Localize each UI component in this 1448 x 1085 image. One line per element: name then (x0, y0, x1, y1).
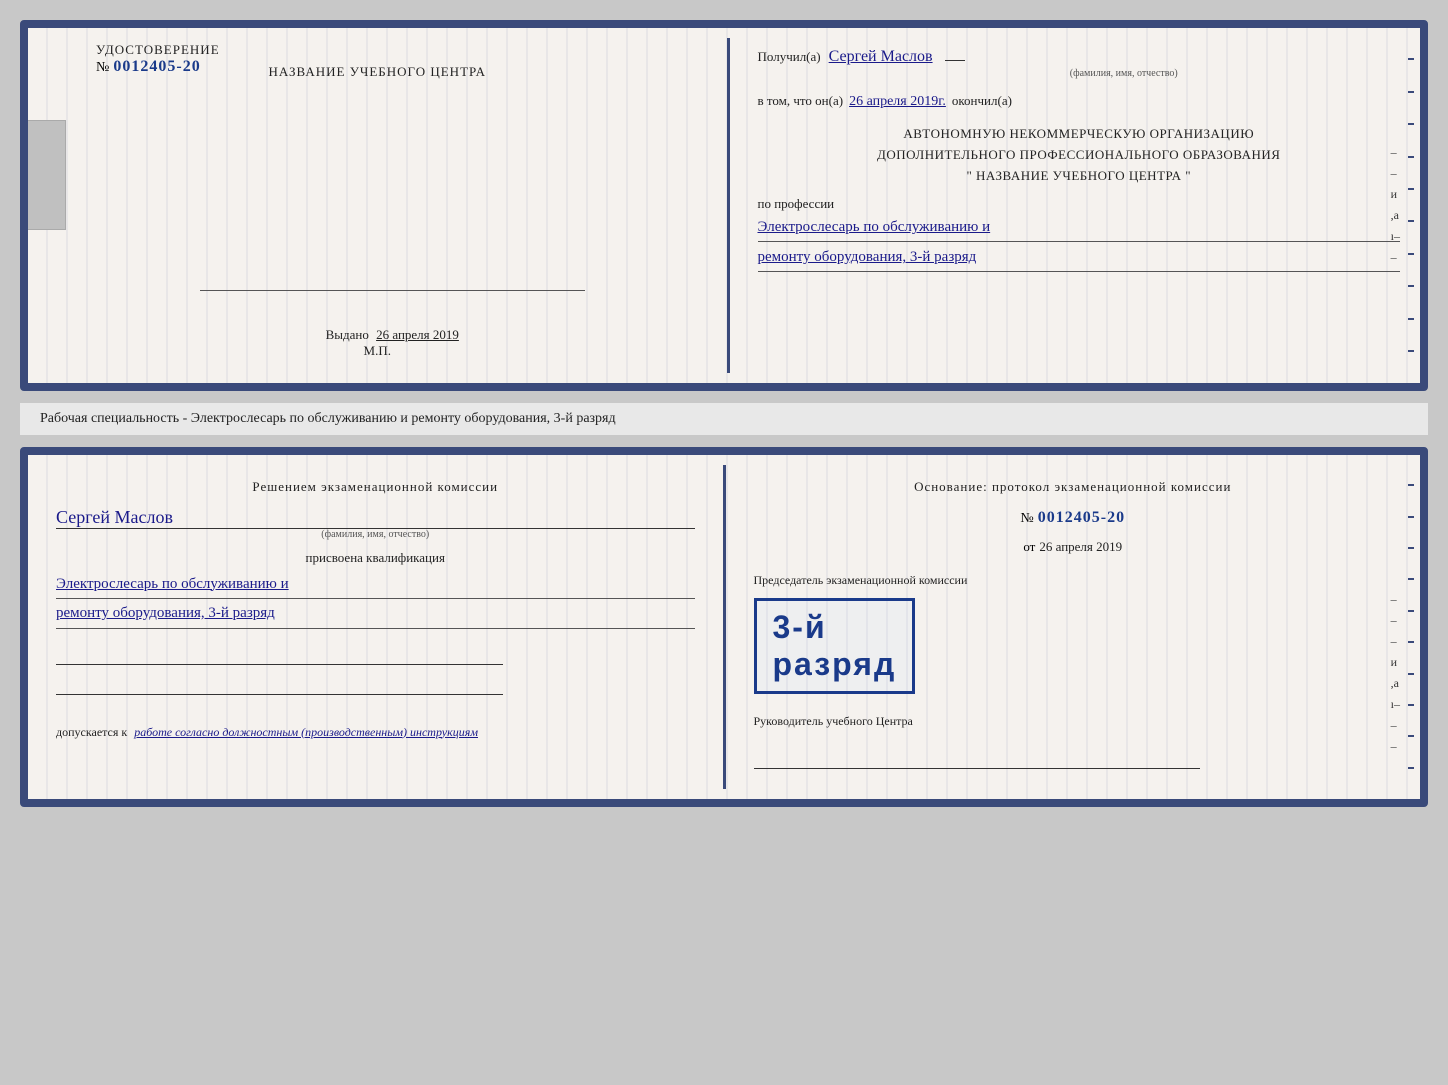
cert2-kvali-line2: ремонту оборудования, 3-й разряд (56, 599, 695, 629)
cert2-fio: Сергей Маслов (56, 507, 695, 529)
cert1-vydano-label: Выдано (326, 327, 369, 342)
cert1-poprofessii-label: по профессии (758, 196, 1401, 212)
cert1-okonchil-label: окончил(а) (952, 93, 1012, 109)
cert2-dopusk-block: допускается к работе согласно должностны… (56, 725, 695, 740)
middle-text-content: Рабочая специальность - Электрослесарь п… (40, 411, 616, 426)
cert1-fio: Сергей Маслов (829, 48, 933, 66)
cert1-school-name: НАЗВАНИЕ УЧЕБНОГО ЦЕНТРА (269, 62, 486, 82)
cert2-resheniem-title: Решением экзаменационной комиссии (56, 479, 695, 495)
cert1-org-line2: ДОПОЛНИТЕЛЬНОГО ПРОФЕССИОНАЛЬНОГО ОБРАЗО… (758, 145, 1401, 166)
cert1-left-panel: НАЗВАНИЕ УЧЕБНОГО ЦЕНТРА УДОСТОВЕРЕНИЕ №… (28, 28, 727, 383)
cert2-rukovoditel-label: Руководитель учебного Центра (754, 714, 1393, 729)
cert2-right-panel: Основание: протокол экзаменационной коми… (726, 455, 1421, 799)
cert1-number-prefix: № (96, 60, 109, 76)
cert1-udost-label: УДОСТОВЕРЕНИЕ (96, 42, 220, 58)
cert2-left-panel: Решением экзаменационной комиссии Сергей… (28, 455, 723, 799)
cert2-osnovanie-title: Основание: протокол экзаменационной коми… (754, 479, 1393, 495)
cert2-stamp-line2: разряд (773, 646, 897, 683)
cert1-vtom-label: в том, что он(а) (758, 93, 844, 109)
cert2-stamp: 3-й разряд (754, 598, 916, 694)
cert2-rukovoditel-sign-line (754, 749, 1201, 769)
cert2-margin-letters: –––и,аı––– (1391, 592, 1400, 754)
cert1-margin-letters: ––и,аı–– (1391, 145, 1400, 265)
cert1-org-line1: АВТОНОМНУЮ НЕКОММЕРЧЕСКУЮ ОРГАНИЗАЦИЮ (758, 124, 1401, 145)
cert1-profession-line1: Электрослесарь по обслуживанию и (758, 214, 1401, 242)
cert1-right-panel: Получил(а) Сергей Маслов (фамилия, имя, … (730, 28, 1421, 383)
cert1-mp: М.П. (364, 343, 391, 359)
cert2-kvali-line1: Электрослесарь по обслуживанию и (56, 570, 695, 600)
cert2-ot-prefix: от (1023, 539, 1035, 573)
cert2-sign-line-2 (56, 675, 503, 695)
cert1-vydano-date: 26 апреля 2019 (376, 327, 459, 342)
certificate-1: НАЗВАНИЕ УЧЕБНОГО ЦЕНТРА УДОСТОВЕРЕНИЕ №… (20, 20, 1428, 391)
middle-specialty-text: Рабочая специальность - Электрослесарь п… (20, 403, 1428, 435)
cert2-sign-lines (56, 645, 695, 695)
cert1-number: 0012405-20 (113, 58, 200, 76)
cert2-fio-note: (фамилия, имя, отчество) (56, 529, 695, 540)
cert1-vtom-row: в том, что он(а) 26 апреля 2019г. окончи… (758, 93, 1401, 110)
cert2-dopusk-label: допускается к (56, 725, 127, 739)
page-container: НАЗВАНИЕ УЧЕБНОГО ЦЕНТРА УДОСТОВЕРЕНИЕ №… (20, 20, 1428, 807)
certificate-2: Решением экзаменационной комиссии Сергей… (20, 447, 1428, 807)
cert2-ot-date: 26 апреля 2019 (1039, 539, 1122, 555)
cert1-poluchil-row: Получил(а) Сергей Маслов (758, 48, 1401, 66)
cert2-number-prefix: № (1020, 511, 1033, 527)
cert2-sign-line-1 (56, 645, 503, 665)
cert1-org-name: " НАЗВАНИЕ УЧЕБНОГО ЦЕНТРА " (758, 166, 1401, 187)
cert2-protocol-number: 0012405-20 (1038, 509, 1125, 527)
cert2-predsedatel-label: Председатель экзаменационной комиссии (754, 573, 1393, 588)
cert2-right-decoration (1402, 455, 1420, 799)
cert1-org-block: АВТОНОМНУЮ НЕКОММЕРЧЕСКУЮ ОРГАНИЗАЦИЮ ДО… (758, 124, 1401, 186)
cert1-right-decoration (1402, 28, 1420, 383)
cert2-dopusk-text: работе согласно должностным (производств… (134, 725, 478, 739)
cert1-fio-note: (фамилия, имя, отчество) (848, 68, 1401, 79)
cert1-udost-block: УДОСТОВЕРЕНИЕ № 0012405-20 (96, 42, 220, 230)
cert2-stamp-line1: 3-й (773, 609, 897, 646)
cert1-poluchil-label: Получил(а) (758, 49, 821, 65)
cert1-date: 26 апреля 2019г. (849, 94, 946, 110)
cert1-photo (20, 120, 66, 230)
cert1-profession-line2: ремонту оборудования, 3-й разряд (758, 244, 1401, 272)
cert1-vydano-block: Выдано 26 апреля 2019 (326, 327, 459, 343)
cert2-prisvoena-label: присвоена квалификация (56, 550, 695, 566)
cert1-dash (945, 60, 965, 61)
